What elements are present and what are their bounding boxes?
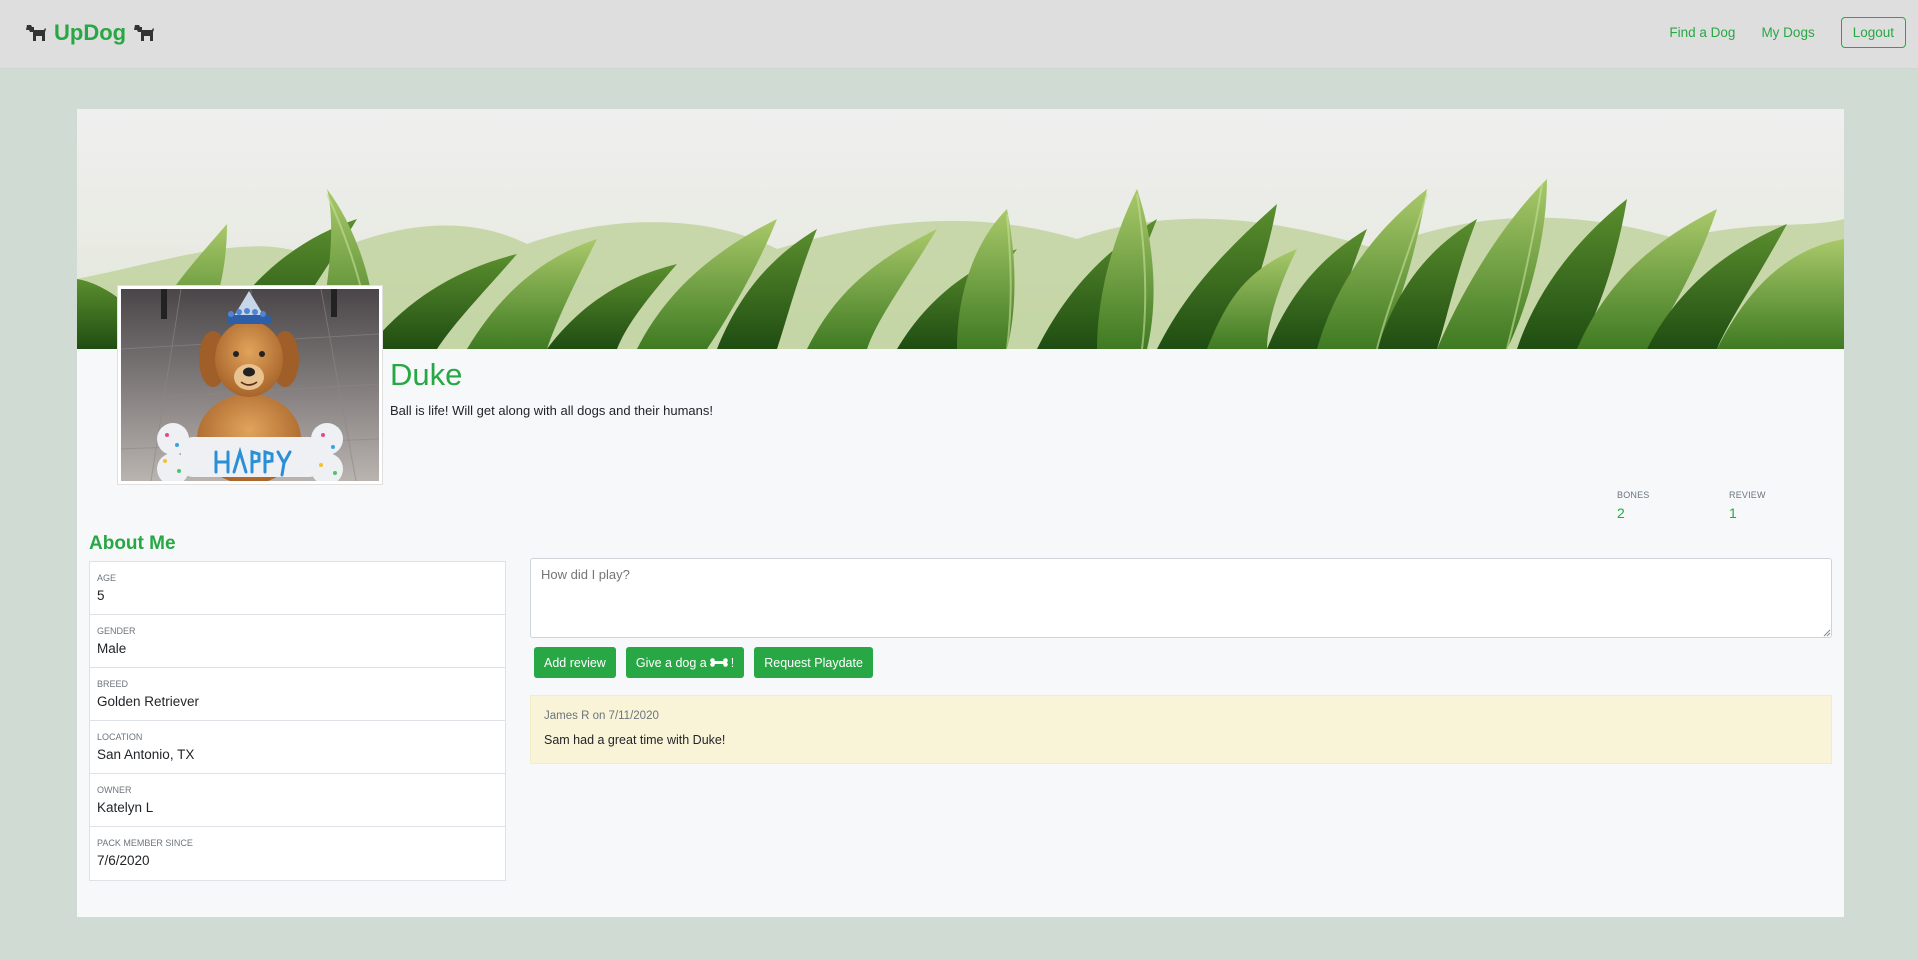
about-label: Owner (97, 785, 132, 795)
about-label: Location (97, 732, 143, 742)
stat-value: 2 (1617, 505, 1625, 521)
about-value: 7/6/2020 (97, 853, 150, 868)
dog-bio: Ball is life! Will get along with all do… (390, 403, 713, 418)
request-playdate-button[interactable]: Request Playdate (754, 647, 873, 678)
bone-icon (709, 658, 728, 667)
nav-link-find-a-dog[interactable]: Find a Dog (1669, 25, 1735, 40)
stat-bones: Bones 2 (1617, 490, 1650, 521)
about-me-heading: About Me (89, 533, 176, 554)
give-bone-button[interactable]: Give a dog a ! (625, 647, 745, 678)
resize-grip-icon[interactable] (1823, 629, 1831, 637)
button-label: Add review (544, 655, 606, 670)
about-value: Male (97, 641, 127, 656)
nav-links: Find a Dog My Dogs Logout (1669, 17, 1906, 48)
about-label: Pack Member Since (97, 838, 193, 848)
add-review-button[interactable]: Add review (534, 647, 616, 678)
logout-button[interactable]: Logout (1840, 17, 1906, 48)
top-navbar: UpDog Find a Dog My Dogs Logout (0, 0, 1918, 69)
about-value: 5 (97, 588, 105, 603)
about-item-age: Age 5 (90, 562, 505, 615)
review-card: James R on 7/11/2020 Sam had a great tim… (530, 695, 1832, 764)
about-item-gender: Gender Male (90, 615, 505, 668)
stat-review: Review 1 (1729, 490, 1766, 521)
stat-label: Bones (1617, 490, 1650, 500)
stat-value: 1 (1729, 505, 1737, 521)
about-item-pack-member-since: Pack Member Since 7/6/2020 (90, 827, 505, 880)
dog-photo (121, 289, 379, 481)
profile-card: Duke Ball is life! Will get along with a… (77, 109, 1844, 917)
stat-label: Review (1729, 490, 1766, 500)
brand-name[interactable]: UpDog (54, 20, 126, 46)
about-value: Golden Retriever (97, 694, 200, 709)
nav-link-my-dogs[interactable]: My Dogs (1761, 25, 1814, 40)
button-label: Request Playdate (764, 655, 863, 670)
review-text: Sam had a great time with Duke! (544, 733, 726, 747)
about-label: Age (97, 573, 117, 583)
about-value: Katelyn L (97, 800, 154, 815)
about-label: Gender (97, 626, 136, 636)
button-label: Give a dog a (635, 655, 707, 670)
about-item-breed: Breed Golden Retriever (90, 668, 505, 721)
review-actions: Add review Give a dog a ! Request Playda… (534, 647, 873, 678)
review-input[interactable] (530, 558, 1832, 638)
about-label: Breed (97, 679, 129, 689)
about-value: San Antonio, TX (97, 747, 195, 762)
dog-icon (134, 25, 155, 41)
brand[interactable]: UpDog (24, 20, 156, 46)
review-author-date: James R on 7/11/2020 (544, 710, 659, 722)
about-item-owner: Owner Katelyn L (90, 774, 505, 827)
about-item-location: Location San Antonio, TX (90, 721, 505, 774)
about-me-list: Age 5 Gender Male Breed Golden Retriever… (89, 561, 506, 881)
dog-icon (26, 25, 46, 41)
dog-name: Duke (390, 357, 463, 392)
button-label: ! (730, 655, 735, 670)
avatar (117, 285, 383, 485)
